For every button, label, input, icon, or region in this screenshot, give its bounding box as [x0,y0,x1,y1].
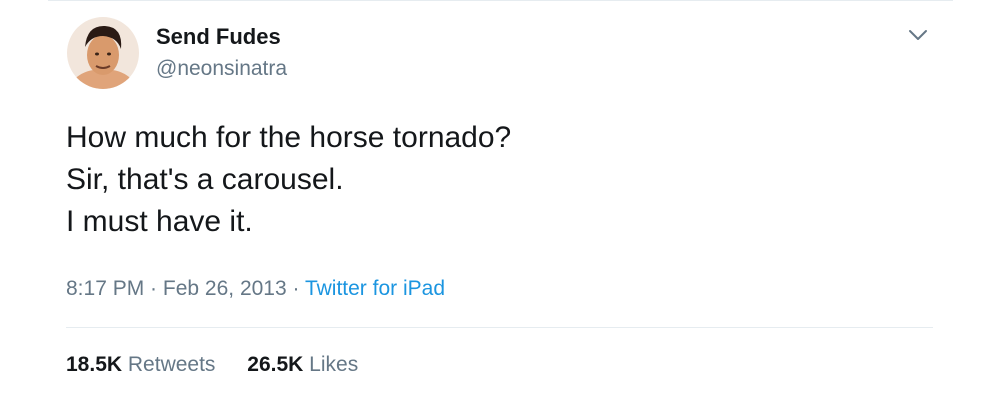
user-handle[interactable]: @neonsinatra [156,56,287,82]
tweet-date[interactable]: Feb 26, 2013 [163,277,287,300]
retweets-stat[interactable]: 18.5K Retweets [66,352,215,378]
avatar-image [67,17,139,89]
tweet-card: Send Fudes @neonsinatra How much for the… [0,0,999,400]
meta-separator: · [144,277,163,300]
tweet-metadata: 8:17 PM · Feb 26, 2013 · Twitter for iPa… [66,276,445,302]
tweet-line: How much for the horse tornado? [66,121,512,154]
tweet-text: How much for the horse tornado? Sir, tha… [66,117,511,243]
meta-separator: · [286,277,305,300]
tweet-time[interactable]: 8:17 PM [66,277,144,300]
stats-divider [66,327,933,328]
tweet-stats: 18.5K Retweets 26.5K Likes [66,352,384,378]
top-divider [48,0,953,1]
tweet-line: Sir, that's a carousel. [66,163,344,196]
avatar[interactable] [67,17,139,89]
display-name[interactable]: Send Fudes [156,24,281,50]
likes-count: 26.5K [247,353,304,376]
likes-label: Likes [309,353,359,376]
tweet-source-link[interactable]: Twitter for iPad [305,277,445,300]
tweet-line: I must have it. [66,205,253,238]
retweets-label: Retweets [127,353,216,376]
chevron-down-icon[interactable] [906,26,930,44]
likes-stat[interactable]: 26.5K Likes [247,352,358,378]
retweets-count: 18.5K [66,353,123,376]
